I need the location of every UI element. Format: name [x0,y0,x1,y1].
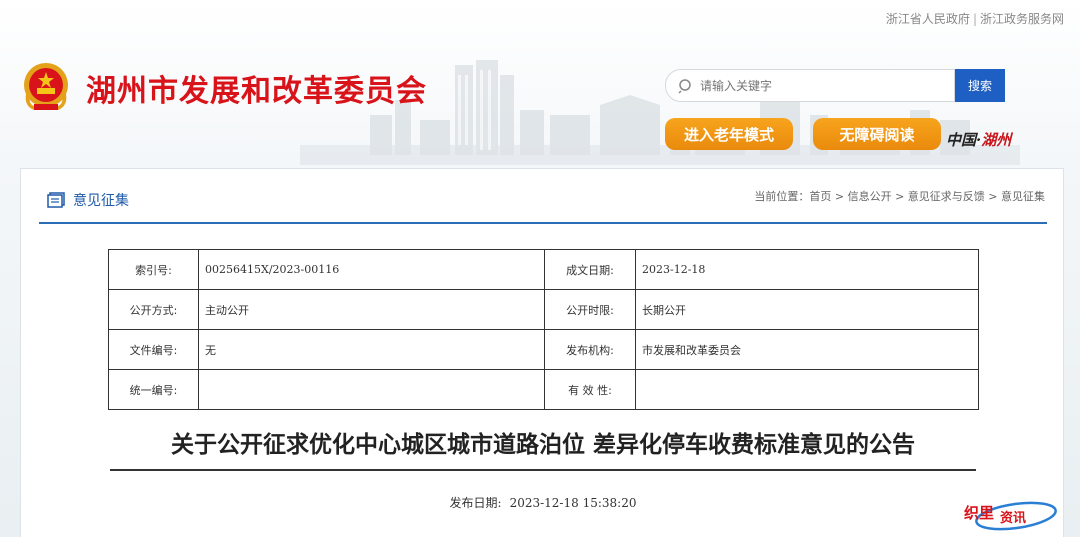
search-box[interactable] [665,69,955,102]
meta-value: 00256415X/2023-00116 [198,249,545,290]
section-heading: 意见征集 [47,190,129,210]
search-icon [678,78,691,94]
svg-text:织里: 织里 [964,504,994,522]
meta-value [198,369,545,410]
table-row: 索引号: 00256415X/2023-00116 成文日期: 2023-12-… [108,249,979,290]
section-divider [39,222,1047,224]
meta-label: 有 效 性: [544,369,636,410]
svg-text:资讯: 资讯 [1000,510,1026,526]
publish-date-line: 发布日期: 2023-12-18 15:38:20 [21,494,1065,511]
meta-value: 2023-12-18 [635,249,979,290]
meta-label: 成文日期: [544,249,636,290]
huzhou-text: 湖州 [981,131,1012,149]
search-button[interactable]: 搜索 [955,69,1005,102]
national-emblem-icon [24,63,68,110]
meta-label: 文件编号: [108,329,199,370]
breadcrumb-text[interactable]: 当前位置：首页 > 信息公开 > 意见征求与反馈 > 意见征集 [754,190,1045,203]
content-panel: 意见征集 当前位置：首页 > 信息公开 > 意见征求与反馈 > 意见征集 索引号… [20,168,1064,537]
meta-value: 主动公开 [198,289,545,330]
section-title: 意见征集 [73,193,129,209]
meta-label: 公开方式: [108,289,199,330]
table-row: 统一编号: 有 效 性: [108,369,979,410]
top-links: 浙江省人民政府 | 浙江政务服务网 [886,10,1064,27]
search-input[interactable] [700,78,940,93]
publish-date-label: 发布日期: [449,496,502,510]
document-list-icon [47,192,65,208]
table-row: 文件编号: 无 发布机构: 市发展和改革委员会 [108,329,979,370]
table-row: 公开方式: 主动公开 公开时限: 长期公开 [108,289,979,330]
china-prefix: 中国· [946,131,982,149]
meta-label: 发布机构: [544,329,636,370]
meta-value [635,369,979,410]
meta-value: 市发展和改革委员会 [635,329,979,370]
publish-date-value: 2023-12-18 15:38:20 [509,496,637,510]
link-separator: | [972,12,977,26]
meta-value: 无 [198,329,545,370]
link-zhejiang-gov[interactable]: 浙江省人民政府 [886,12,970,26]
meta-label: 统一编号: [108,369,199,410]
breadcrumb: 当前位置：首页 > 信息公开 > 意见征求与反馈 > 意见征集 [754,188,1045,204]
meta-value: 长期公开 [635,289,979,330]
elder-mode-button[interactable]: 进入老年模式 [665,118,793,150]
document-title: 关于公开征求优化中心城区城市道路泊位 差异化停车收费标准意见的公告 [110,425,976,471]
meta-label: 索引号: [108,249,199,290]
link-zhejiang-service[interactable]: 浙江政务服务网 [980,12,1064,26]
china-huzhou-logo: 中国·湖州 [946,129,1011,150]
metadata-table: 索引号: 00256415X/2023-00116 成文日期: 2023-12-… [108,249,979,410]
zhili-news-watermark-logo: 织里 资讯 [964,501,1057,531]
accessible-reading-button[interactable]: 无障碍阅读 [813,118,941,150]
meta-label: 公开时限: [544,289,636,330]
site-title[interactable]: 湖州市发展和改革委员会 [86,66,427,110]
